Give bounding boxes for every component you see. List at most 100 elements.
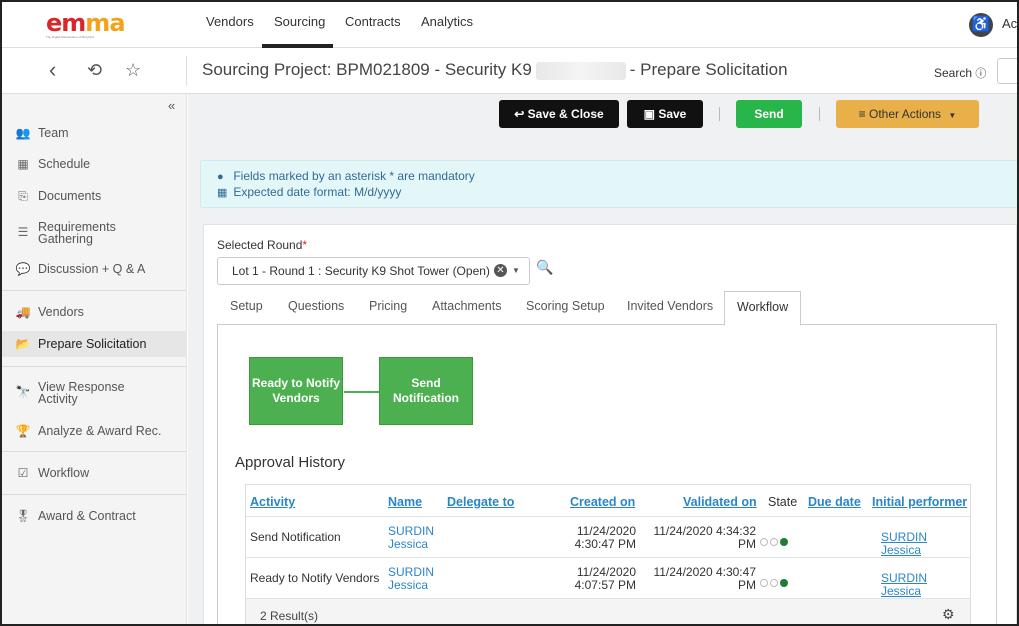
search-input[interactable] — [997, 58, 1017, 84]
column-created-on[interactable]: Created on — [570, 495, 635, 509]
app-window: emma The Digital Marketplace of Maryland… — [0, 0, 1019, 626]
team-icon: 👥 — [15, 126, 31, 140]
back-icon[interactable]: ‹ — [49, 57, 56, 83]
result-count: 2 Result(s) — [260, 609, 319, 623]
list-icon: ☰ — [17, 225, 29, 239]
sidebar-item-vendors[interactable]: 🚚 Vendors — [2, 305, 187, 319]
clear-icon[interactable]: ✕ — [494, 264, 507, 277]
sidebar-divider — [2, 451, 187, 452]
activity-cell: Send Notification — [250, 530, 341, 544]
table-footer: 2 Result(s) ⚙ — [246, 599, 970, 624]
state-dot — [770, 578, 778, 587]
state-dot — [760, 578, 768, 587]
gear-icon[interactable]: ⚙ — [942, 606, 955, 623]
tab-scoring-setup[interactable]: Scoring Setup — [526, 299, 605, 313]
history-icon[interactable]: ⟲ — [87, 60, 102, 81]
tab-invited-vendors[interactable]: Invited Vendors — [627, 299, 713, 313]
created-on-cell: 11/24/2020 4:07:57 PM — [574, 565, 636, 592]
nav-analytics[interactable]: Analytics — [421, 14, 473, 29]
state-dot-active — [780, 537, 788, 546]
initial-performer-cell[interactable]: SURDIN Jessica — [881, 572, 970, 598]
validated-on-cell: 11/24/2020 4:30:47 PM — [653, 565, 756, 592]
column-delegate-to[interactable]: Delegate to — [447, 495, 514, 509]
title-divider — [186, 56, 187, 86]
name-cell[interactable]: SURDIN Jessica — [388, 525, 434, 551]
top-navigation: emma The Digital Marketplace of Maryland… — [2, 2, 1017, 48]
sidebar-item-discussion[interactable]: 💬 Discussion + Q & A — [2, 263, 187, 276]
binoculars-icon: 🔭 — [15, 385, 31, 399]
sidebar-item-documents[interactable]: ⎘ Documents — [2, 189, 187, 203]
floppy-icon: ▣ — [643, 107, 655, 121]
sidebar-item-workflow[interactable]: ☑ Workflow — [2, 466, 187, 480]
info-banner: ● Fields marked by an asterisk * are man… — [200, 160, 1017, 208]
calendar-icon: ▦ — [17, 157, 29, 171]
created-on-cell: 11/24/2020 4:30:47 PM — [574, 524, 636, 551]
sidebar-divider — [2, 494, 187, 495]
tab-workflow[interactable]: Workflow — [724, 291, 802, 326]
name-cell[interactable]: SURDIN Jessica — [388, 566, 434, 592]
sidebar-item-schedule[interactable]: ▦ Schedule — [2, 157, 187, 171]
checkbox-icon: ☑ — [17, 466, 29, 480]
approval-history-table: Activity Name Delegate to Created on Val… — [245, 484, 971, 624]
column-due-date[interactable]: Due date — [808, 495, 861, 509]
solicitation-panel: Selected Round* Lot 1 - Round 1 : Securi… — [203, 224, 1017, 624]
toolbar-divider — [719, 107, 720, 121]
truck-icon: 🚚 — [15, 305, 31, 319]
collapse-sidebar-icon[interactable]: « — [168, 98, 175, 113]
page-title: Sourcing Project: BPM021809 - Security K… — [202, 60, 788, 80]
sidebar-divider — [2, 366, 187, 367]
nav-sourcing[interactable]: Sourcing — [274, 14, 325, 29]
tab-setup[interactable]: Setup — [230, 299, 263, 313]
account-menu[interactable]: Ac — [1002, 16, 1017, 31]
other-actions-button[interactable]: ≡ Other Actions ▼ — [836, 100, 979, 128]
sidebar-item-requirements-gathering[interactable]: ☰ Requirements Gathering — [2, 221, 187, 246]
nav-vendors[interactable]: Vendors — [206, 14, 254, 29]
document-icon: ⎘ — [18, 189, 28, 203]
sidebar-item-prepare-solicitation[interactable]: 📂 Prepare Solicitation — [2, 331, 187, 357]
table-row: Send Notification SURDIN Jessica 11/24/20… — [246, 517, 970, 558]
logo-tagline: The Digital Marketplace of Maryland — [46, 35, 95, 39]
star-icon[interactable]: ☆ — [125, 60, 141, 81]
workflow-tab-content: Ready to Notify Vendors Send Notificatio… — [217, 325, 997, 624]
workflow-connector — [344, 391, 379, 393]
emma-logo[interactable]: emma The Digital Marketplace of Maryland — [46, 11, 140, 39]
calendar-icon: ▦ — [217, 187, 228, 199]
selected-round-label: Selected Round* — [217, 238, 308, 252]
state-indicator — [760, 533, 790, 548]
sidebar-item-award-contract[interactable]: 🎖 Award & Contract — [2, 509, 187, 523]
sidebar-item-view-response-activity[interactable]: 🔭 View Response Activity — [2, 381, 187, 406]
table-row: Ready to Notify Vendors SURDIN Jessica 11… — [246, 558, 970, 599]
save-button[interactable]: ▣ Save — [627, 100, 703, 128]
sidebar: « 👥 Team ▦ Schedule ⎘ Documents ☰ Requiremen… — [2, 94, 187, 624]
workflow-step-send-notification[interactable]: Send Notification — [379, 357, 473, 425]
selected-round-select[interactable]: Lot 1 - Round 1 : Security K9 Shot Tower… — [217, 257, 530, 285]
column-validated-on[interactable]: Validated on — [683, 495, 757, 509]
accessibility-icon[interactable]: ♿ — [969, 13, 993, 37]
column-name[interactable]: Name — [388, 495, 422, 509]
initial-performer-cell[interactable]: SURDIN Jessica — [881, 531, 970, 557]
sidebar-item-analyze-award[interactable]: 🏆 Analyze & Award Rec. — [2, 424, 187, 438]
award-icon: 🎖 — [15, 509, 31, 523]
tab-pricing[interactable]: Pricing — [369, 299, 407, 313]
info-circle-icon: ⓘ — [975, 68, 987, 80]
folder-open-icon: 📂 — [15, 337, 31, 351]
column-activity[interactable]: Activity — [250, 495, 295, 509]
info-icon: ● — [217, 171, 224, 183]
search-label: Search ⓘ — [934, 66, 987, 80]
column-initial-performer[interactable]: Initial performer — [872, 495, 967, 509]
nav-contracts[interactable]: Contracts — [345, 14, 401, 29]
tab-questions[interactable]: Questions — [288, 299, 344, 313]
send-button[interactable]: Send — [736, 100, 802, 128]
sidebar-divider — [2, 290, 187, 291]
trophy-icon: 🏆 — [15, 424, 31, 438]
menu-icon: ≡ — [858, 107, 866, 121]
approval-history-title: Approval History — [235, 454, 346, 471]
redacted-text — [535, 61, 626, 80]
solicitation-tabs: Setup Questions Pricing Attachments Scor… — [217, 291, 997, 326]
save-close-button[interactable]: ↩ Save & Close — [499, 100, 619, 128]
tab-attachments[interactable]: Attachments — [432, 299, 501, 313]
search-icon[interactable]: 🔍 — [536, 259, 553, 276]
main-content: ↩ Save & Close ▣ Save Send ≡ Other Actio… — [188, 94, 1017, 624]
workflow-step-ready-to-notify[interactable]: Ready to Notify Vendors — [249, 357, 343, 425]
sidebar-item-team[interactable]: 👥 Team — [2, 126, 187, 140]
